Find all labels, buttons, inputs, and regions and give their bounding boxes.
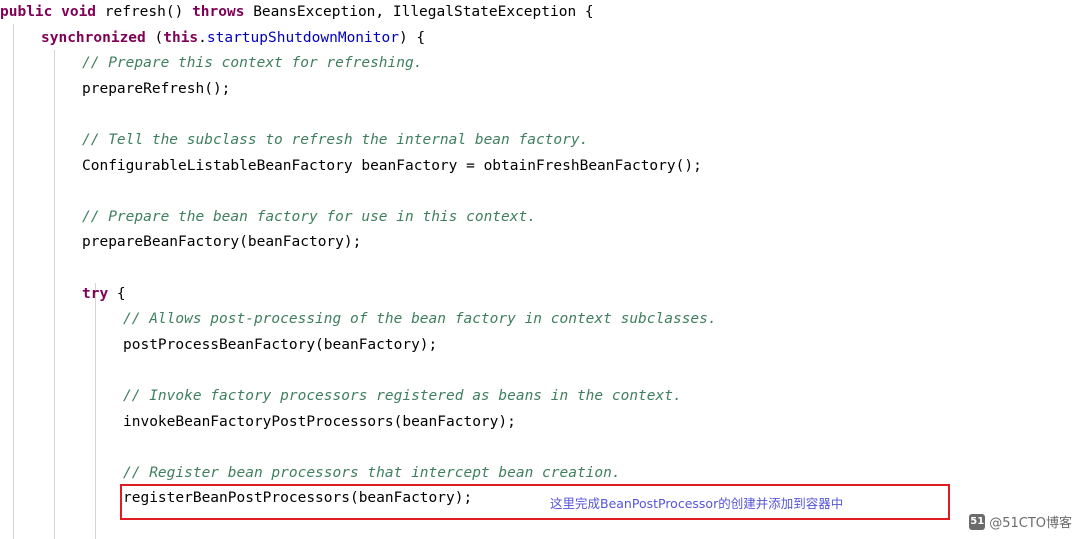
code-line: // Invoke factory processors registered …	[0, 384, 1080, 410]
code-token-cmt: // Tell the subclass to refresh the inte…	[82, 131, 589, 148]
inline-annotation: 这里完成BeanPostProcessor的创建并添加到容器中	[550, 496, 844, 511]
code-token-plain: invokeBeanFactoryPostProcessors(beanFact…	[123, 413, 516, 430]
code-line: postProcessBeanFactory(beanFactory);	[0, 333, 1080, 359]
code-token-plain: prepareRefresh();	[82, 80, 231, 97]
code-line: // Prepare this context for refreshing.	[0, 51, 1080, 77]
code-token-kw: synchronized	[41, 29, 155, 46]
code-token-plain: postProcessBeanFactory(beanFactory);	[123, 336, 438, 353]
code-lines: public void refresh() throws BeansExcept…	[0, 0, 1080, 512]
code-token-plain: (	[154, 29, 164, 46]
code-line: synchronized (this.startupShutdownMonito…	[0, 26, 1080, 52]
code-token-plain: registerBeanPostProcessors(beanFactory);	[123, 490, 473, 507]
code-token-kw: throws	[192, 4, 254, 20]
code-token-kw: public void	[0, 4, 105, 20]
code-line: // Register bean processors that interce…	[0, 461, 1080, 487]
code-token-plain: refresh()	[104, 4, 193, 20]
code-token-plain: .	[198, 29, 207, 46]
watermark: 51 @51CTO博客	[969, 512, 1072, 531]
code-line: ConfigurableListableBeanFactory beanFact…	[0, 154, 1080, 180]
code-token-plain: {	[116, 285, 126, 302]
code-line: // Allows post-processing of the bean fa…	[0, 307, 1080, 333]
watermark-logo-icon: 51	[969, 513, 986, 530]
code-line: // Tell the subclass to refresh the inte…	[0, 128, 1080, 154]
code-token-cmt: // Invoke factory processors registered …	[123, 387, 682, 404]
code-token-plain: BeansException, IllegalStateException {	[253, 4, 594, 20]
code-token-plain: ConfigurableListableBeanFactory beanFact…	[82, 157, 702, 174]
code-line: invokeBeanFactoryPostProcessors(beanFact…	[0, 410, 1080, 436]
code-line: public void refresh() throws BeansExcept…	[0, 0, 1080, 26]
code-token-plain: prepareBeanFactory(beanFactory);	[82, 234, 362, 251]
code-token-plain: ) {	[398, 29, 426, 46]
code-line: registerBeanPostProcessors(beanFactory);	[0, 486, 1080, 512]
code-token-cmt: // Prepare this context for refreshing.	[82, 55, 423, 72]
code-token-cmt: // Allows post-processing of the bean fa…	[123, 311, 717, 328]
code-token-kw: try	[82, 285, 117, 302]
code-token-cmt: // Register bean processors that interce…	[123, 464, 621, 481]
code-token-field: startupShutdownMonitor	[206, 29, 399, 46]
watermark-text: @51CTO博客	[989, 516, 1072, 531]
code-viewer: public void refresh() throws BeansExcept…	[0, 0, 1080, 539]
code-token-cmt: // Prepare the bean factory for use in t…	[82, 208, 536, 225]
code-line: prepareRefresh();	[0, 77, 1080, 103]
code-line: prepareBeanFactory(beanFactory);	[0, 230, 1080, 256]
code-line: // Prepare the bean factory for use in t…	[0, 205, 1080, 231]
code-line: try {	[0, 282, 1080, 308]
code-token-kw: this	[163, 29, 199, 46]
